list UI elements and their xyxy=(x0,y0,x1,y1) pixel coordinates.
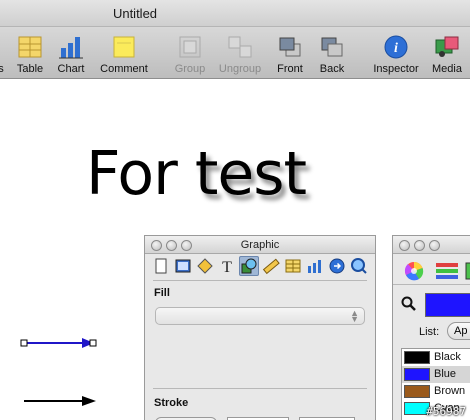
group-label: Group xyxy=(174,63,206,75)
tab-document[interactable] xyxy=(151,256,171,276)
minimize-icon[interactable] xyxy=(414,240,425,251)
comment-button[interactable]: Comment xyxy=(94,27,154,79)
text-shadowed: test xyxy=(194,139,307,209)
fill-popup[interactable]: ▲ ▼ xyxy=(155,307,365,325)
color-chip xyxy=(404,385,430,398)
popup-arrows-icon: ▲ ▼ xyxy=(350,308,359,324)
comment-label: Comment xyxy=(100,63,148,75)
color-chip xyxy=(404,351,430,364)
chart-icon xyxy=(308,260,321,273)
tab-chart[interactable] xyxy=(305,256,325,276)
color-chip xyxy=(404,368,430,381)
chart-icon xyxy=(59,37,83,59)
tab-layout[interactable] xyxy=(195,256,215,276)
colors-titlebar xyxy=(393,236,470,254)
media-button[interactable]: Media xyxy=(428,27,466,79)
arrow-shape[interactable] xyxy=(24,394,100,408)
inspector-title: Graphic xyxy=(240,239,280,251)
inspector-titlebar: Graphic xyxy=(145,236,375,254)
back-label: Back xyxy=(319,63,345,75)
color-palettes-icon[interactable] xyxy=(465,262,470,280)
list-popup[interactable]: Ap xyxy=(447,322,470,340)
magnifier-icon[interactable] xyxy=(401,296,417,312)
window-titlebar: Untitled xyxy=(0,0,470,27)
divider xyxy=(153,388,367,389)
list-item[interactable]: Black xyxy=(402,349,470,366)
ruler-icon xyxy=(262,258,280,275)
send-back-icon xyxy=(321,37,343,57)
toolbar-label: s xyxy=(0,63,4,75)
tab-table[interactable] xyxy=(283,256,303,276)
tab-hyperlink[interactable] xyxy=(327,256,347,276)
slide-icon xyxy=(175,259,191,273)
ungroup-label: Ungroup xyxy=(218,63,262,75)
graphic-icon xyxy=(241,258,257,274)
hyperlink-icon xyxy=(329,258,345,274)
inspector-tabs: T xyxy=(151,256,373,278)
fill-label: Fill xyxy=(154,287,170,299)
tab-metrics[interactable] xyxy=(261,256,281,276)
zoom-icon[interactable] xyxy=(429,240,440,251)
color-sliders-icon[interactable] xyxy=(435,262,459,280)
text-plain: For xyxy=(86,139,195,209)
group-button[interactable]: Group xyxy=(170,27,210,79)
front-label: Front xyxy=(277,63,303,75)
list-item[interactable]: Blue xyxy=(402,366,470,383)
text-icon: T xyxy=(222,259,232,276)
tab-quicktime[interactable] xyxy=(349,256,369,276)
inspector-button[interactable]: i Inspector xyxy=(368,27,424,79)
group-icon xyxy=(179,36,201,58)
color-name: Brown xyxy=(434,385,466,397)
selected-line-shape[interactable] xyxy=(20,336,100,350)
svg-text:T: T xyxy=(222,259,232,276)
table-button[interactable]: Table xyxy=(12,27,48,79)
table-label: Table xyxy=(16,63,44,75)
tab-graphic[interactable] xyxy=(239,256,259,276)
ungroup-button[interactable]: Ungroup xyxy=(214,27,266,79)
color-name: Blue xyxy=(434,368,457,380)
tab-slide[interactable] xyxy=(173,256,193,276)
table-icon xyxy=(285,259,301,273)
chart-button[interactable]: Chart xyxy=(52,27,90,79)
media-icon xyxy=(435,36,459,57)
inspector-label: Inspector xyxy=(373,63,419,75)
inspector-panel: Graphic T Fill ▲ ▼ Stroke xyxy=(144,235,376,420)
toolbar-item-partial[interactable]: s xyxy=(0,27,12,79)
table-icon xyxy=(18,36,42,58)
quicktime-icon xyxy=(351,258,367,274)
document-icon xyxy=(155,258,167,274)
divider xyxy=(153,280,367,281)
stroke-label: Stroke xyxy=(154,397,189,409)
selected-color-swatch[interactable] xyxy=(425,293,470,317)
text-box[interactable]: For test xyxy=(86,139,307,209)
window-title: Untitled xyxy=(112,6,158,21)
front-button[interactable]: Front xyxy=(270,27,310,79)
color-wheel-icon[interactable] xyxy=(403,260,425,282)
watermark: #56987 xyxy=(426,405,466,418)
comment-icon xyxy=(113,36,135,58)
chart-label: Chart xyxy=(57,63,85,75)
tab-text[interactable]: T xyxy=(217,256,237,276)
list-label: List: xyxy=(419,326,440,338)
back-button[interactable]: Back xyxy=(312,27,352,79)
svg-text:i: i xyxy=(394,41,398,56)
bring-front-icon xyxy=(279,37,301,57)
close-icon[interactable] xyxy=(399,240,410,251)
media-label: Media xyxy=(432,63,462,75)
info-icon: i xyxy=(384,35,408,59)
toolbar: s Table Chart Comment Group Ungroup Fron… xyxy=(0,27,470,79)
color-name: Black xyxy=(434,351,461,363)
diamond-icon xyxy=(197,258,213,274)
list-item[interactable]: Brown xyxy=(402,383,470,400)
colors-panel: List: Ap Black Blue Brown Cyan xyxy=(392,235,470,420)
ungroup-icon xyxy=(228,36,252,58)
divider xyxy=(393,284,470,285)
